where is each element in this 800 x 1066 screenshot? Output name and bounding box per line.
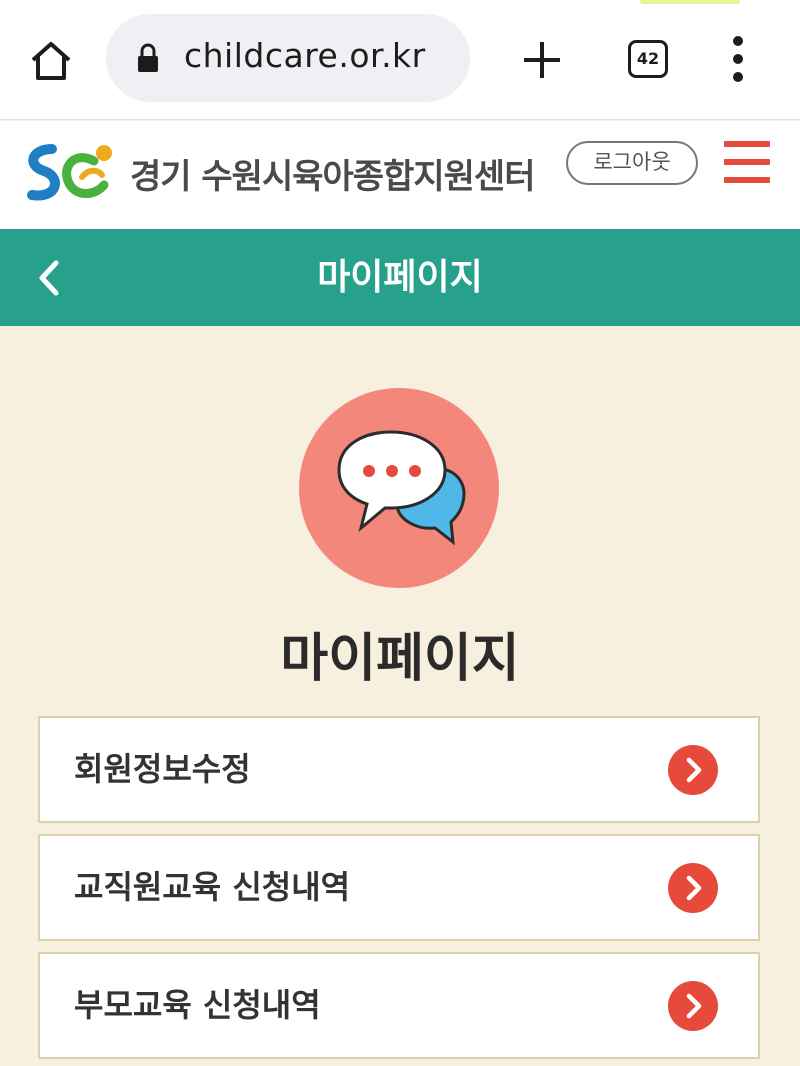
main-content: 마이페이지 회원정보수정 교직원교육 신청내역 부모교육 신청내역 (0, 326, 800, 1066)
menu-item-label: 회원정보수정 (74, 750, 251, 788)
chevron-right-icon[interactable] (668, 863, 718, 913)
home-icon[interactable] (28, 38, 74, 84)
lock-icon (138, 43, 158, 72)
tab-switcher-button[interactable]: 42 (628, 40, 668, 78)
tab-count-label: 42 (636, 49, 660, 68)
org-name[interactable]: 경기 수원시육아종합지원센터 (130, 149, 535, 198)
menu-dot (733, 72, 743, 82)
mypage-hero-badge (299, 388, 499, 588)
hamburger-line (724, 177, 770, 183)
page-title-bar: 마이페이지 (0, 229, 800, 326)
menu-item-label: 교직원교육 신청내역 (74, 868, 351, 906)
address-bar[interactable]: childcare.or.kr (106, 14, 470, 102)
back-chevron-icon[interactable] (30, 255, 70, 301)
title-bar-text: 마이페이지 (317, 257, 483, 298)
menu-item-parent-education[interactable]: 부모교육 신청내역 (38, 952, 760, 1059)
menu-item-label: 부모교육 신청내역 (74, 986, 321, 1024)
menu-item-staff-education[interactable]: 교직원교육 신청내역 (38, 834, 760, 941)
browser-toolbar: childcare.or.kr 42 (0, 0, 800, 120)
logout-label: 로그아웃 (593, 150, 671, 174)
url-text[interactable]: childcare.or.kr (184, 36, 426, 75)
menu-item-edit-profile[interactable]: 회원정보수정 (38, 716, 760, 823)
site-header: 경기 수원시육아종합지원센터 로그아웃 (0, 121, 800, 229)
hamburger-menu-icon[interactable] (724, 141, 770, 183)
page-heading: 마이페이지 (280, 629, 520, 689)
logout-button[interactable]: 로그아웃 (566, 141, 698, 185)
menu-dot (733, 54, 743, 64)
chevron-right-icon[interactable] (668, 981, 718, 1031)
chat-bubbles-icon (337, 430, 466, 546)
chevron-right-icon[interactable] (668, 745, 718, 795)
hamburger-line (724, 159, 770, 165)
more-vert-icon[interactable] (724, 36, 752, 84)
menu-dot (733, 36, 743, 46)
hamburger-line (724, 141, 770, 147)
tab-accent (640, 0, 740, 4)
plus-icon[interactable] (520, 38, 564, 82)
site-logo[interactable] (22, 135, 118, 211)
